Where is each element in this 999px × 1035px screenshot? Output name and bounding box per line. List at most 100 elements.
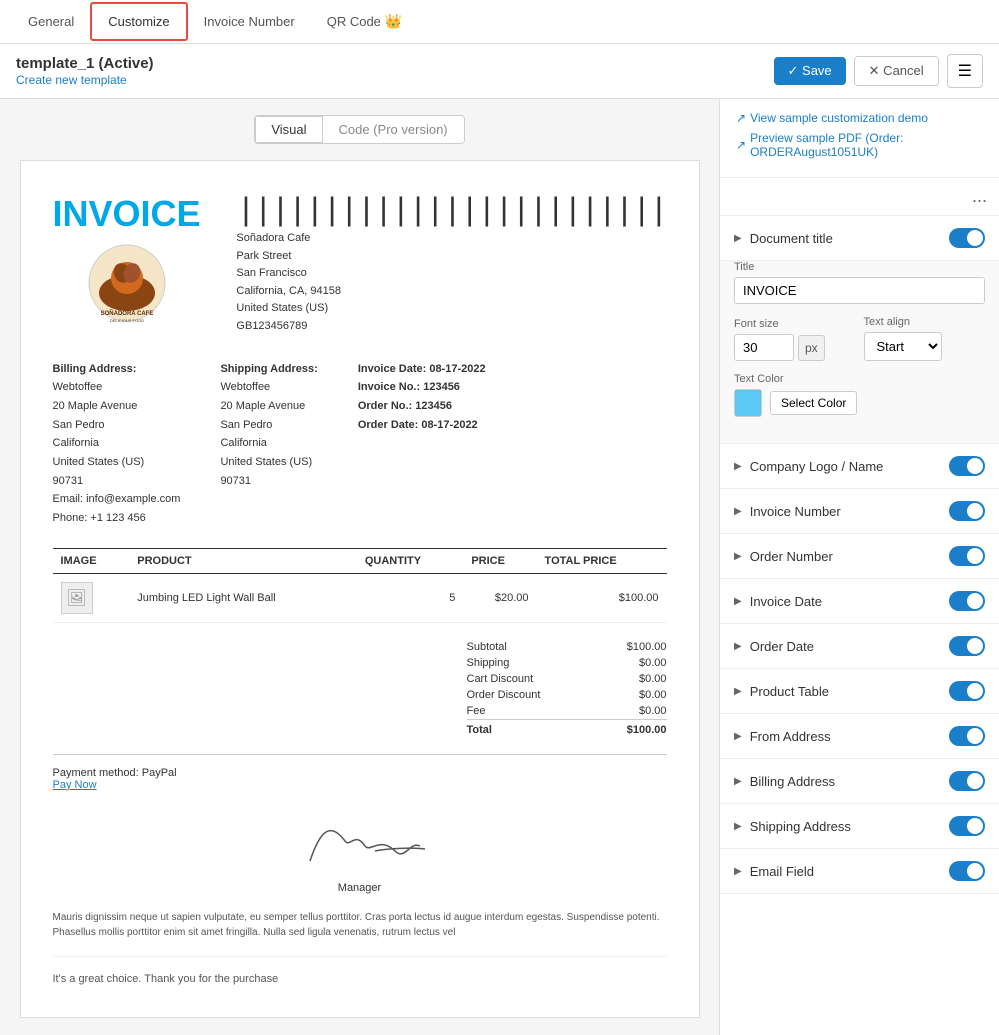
preview-link[interactable]: ↗ Preview sample PDF (Order: ORDERAugust… <box>736 131 983 159</box>
demo-link[interactable]: ↗ View sample customization demo <box>736 111 983 125</box>
col-quantity: QUANTITY <box>357 548 463 573</box>
shipping-address-block: Shipping Address: Webtoffee 20 Maple Ave… <box>220 360 317 528</box>
tab-general[interactable]: General <box>12 4 90 39</box>
section-document-title-header[interactable]: ▶ Document title <box>720 216 999 260</box>
signature-section: Manager <box>53 811 667 894</box>
chevron-icon-7: ▶ <box>734 686 742 697</box>
cancel-button[interactable]: ✕ Cancel <box>854 56 939 86</box>
row-quantity: 5 <box>357 573 463 622</box>
signature-svg <box>290 811 430 871</box>
text-align-select[interactable]: Start Center End <box>864 332 942 361</box>
total-row: Total $100.00 <box>467 719 667 738</box>
section-billing-address: ▶ Billing Address <box>720 759 999 804</box>
section-order-date: ▶ Order Date <box>720 624 999 669</box>
col-image: IMAGE <box>53 548 130 573</box>
section-billing-address-header[interactable]: ▶ Billing Address <box>720 759 999 803</box>
chevron-icon-3: ▶ <box>734 506 742 517</box>
billing-address-block: Billing Address: Webtoffee 20 Maple Aven… <box>53 360 181 528</box>
tab-customize[interactable]: Customize <box>90 2 187 41</box>
title-input[interactable] <box>734 277 985 304</box>
col-product: PRODUCT <box>129 548 357 573</box>
subtotal-row: Subtotal $100.00 <box>467 639 667 655</box>
tab-invoice-number[interactable]: Invoice Number <box>188 4 311 39</box>
document-title-toggle[interactable] <box>949 228 985 248</box>
footer-message: It's a great choice. Thank you for the p… <box>53 956 667 985</box>
section-order-date-header[interactable]: ▶ Order Date <box>720 624 999 668</box>
section-invoice-number-header[interactable]: ▶ Invoice Number <box>720 489 999 533</box>
invoice-header: INVOICE SOÑADORA CAFE DELICIOUS FOOD <box>53 193 667 336</box>
create-new-link[interactable]: Create new template <box>16 73 127 87</box>
invoice-meta-block: Invoice Date: 08-17-2022 Invoice No.: 12… <box>358 360 486 512</box>
section-from-address-header[interactable]: ▶ From Address <box>720 714 999 758</box>
section-order-number: ▶ Order Number <box>720 534 999 579</box>
section-shipping-address-header[interactable]: ▶ Shipping Address <box>720 804 999 848</box>
title-field-group: Title <box>734 261 985 304</box>
section-company-logo: ▶ Company Logo / Name <box>720 444 999 489</box>
external-link-icon-2: ↗ <box>736 138 746 152</box>
section-invoice-date: ▶ Invoice Date <box>720 579 999 624</box>
top-nav: General Customize Invoice Number QR Code… <box>0 0 999 44</box>
text-align-field: Text align Start Center End <box>864 316 986 361</box>
save-button[interactable]: ✓ Save <box>774 57 846 85</box>
svg-text:SOÑADORA CAFE: SOÑADORA CAFE <box>100 310 153 317</box>
section-product-table-header[interactable]: ▶ Product Table <box>720 669 999 713</box>
shipping-address-toggle[interactable] <box>949 816 985 836</box>
section-email-field: ▶ Email Field <box>720 849 999 894</box>
product-table: IMAGE PRODUCT QUANTITY PRICE TOTAL PRICE… <box>53 548 667 623</box>
barcode: ||||||||||||||||||||||||| <box>236 193 666 230</box>
right-panel-links: ↗ View sample customization demo ↗ Previ… <box>720 99 999 178</box>
product-image-placeholder: 🖼 <box>61 582 93 614</box>
invoice-date-toggle[interactable] <box>949 591 985 611</box>
fee-row: Fee $0.00 <box>467 703 667 719</box>
select-color-button[interactable]: Select Color <box>770 391 857 415</box>
order-date-toggle[interactable] <box>949 636 985 656</box>
pay-now-link[interactable]: Pay Now <box>53 779 97 791</box>
shipping-row: Shipping $0.00 <box>467 655 667 671</box>
color-swatch[interactable] <box>734 389 762 417</box>
section-invoice-number: ▶ Invoice Number <box>720 489 999 534</box>
text-color-group: Text Color Select Color <box>734 373 985 417</box>
totals-table: Subtotal $100.00 Shipping $0.00 Cart Dis… <box>467 639 667 738</box>
col-total-price: TOTAL PRICE <box>537 548 667 573</box>
more-options-button[interactable]: ... <box>720 178 999 216</box>
totals-section: Subtotal $100.00 Shipping $0.00 Cart Dis… <box>53 639 667 738</box>
invoice-number-toggle[interactable] <box>949 501 985 521</box>
row-price: $20.00 <box>463 573 536 622</box>
product-table-toggle[interactable] <box>949 681 985 701</box>
tab-qr-code[interactable]: QR Code 👑 <box>311 3 419 40</box>
manager-label: Manager <box>53 882 667 894</box>
cart-discount-row: Cart Discount $0.00 <box>467 671 667 687</box>
row-total: $100.00 <box>537 573 667 622</box>
footer-text: Mauris dignissim neque ut sapien vulputa… <box>53 910 667 940</box>
chevron-icon: ▶ <box>734 233 742 244</box>
section-from-address: ▶ From Address <box>720 714 999 759</box>
company-logo-toggle[interactable] <box>949 456 985 476</box>
section-email-field-header[interactable]: ▶ Email Field <box>720 849 999 893</box>
section-company-logo-header[interactable]: ▶ Company Logo / Name <box>720 444 999 488</box>
section-header-left: ▶ Document title <box>734 231 833 246</box>
section-order-number-header[interactable]: ▶ Order Number <box>720 534 999 578</box>
color-field: Select Color <box>734 389 985 417</box>
section-invoice-date-header[interactable]: ▶ Invoice Date <box>720 579 999 623</box>
menu-button[interactable]: ☰ <box>947 54 983 88</box>
signature <box>53 811 667 878</box>
table-row: 🖼 Jumbing LED Light Wall Ball 5 $20.00 $… <box>53 573 667 622</box>
chevron-icon-9: ▶ <box>734 776 742 787</box>
main-layout: Visual Code (Pro version) INVOICE SOÑADO… <box>0 99 999 1035</box>
company-logo-section: SOÑADORA CAFE DELICIOUS FOOD <box>53 243 201 326</box>
crown-icon: 👑 <box>385 13 402 30</box>
chevron-icon-10: ▶ <box>734 821 742 832</box>
font-size-input[interactable] <box>734 334 794 361</box>
order-discount-row: Order Discount $0.00 <box>467 687 667 703</box>
billing-address-toggle[interactable] <box>949 771 985 791</box>
code-toggle[interactable]: Code (Pro version) <box>323 116 464 143</box>
email-field-toggle[interactable] <box>949 861 985 881</box>
row-image: 🖼 <box>53 573 130 622</box>
divider <box>53 754 667 755</box>
visual-toggle[interactable]: Visual <box>255 116 322 143</box>
from-address-toggle[interactable] <box>949 726 985 746</box>
order-number-toggle[interactable] <box>949 546 985 566</box>
chevron-icon-5: ▶ <box>734 596 742 607</box>
addresses-section: Billing Address: Webtoffee 20 Maple Aven… <box>53 360 667 528</box>
chevron-icon-8: ▶ <box>734 731 742 742</box>
